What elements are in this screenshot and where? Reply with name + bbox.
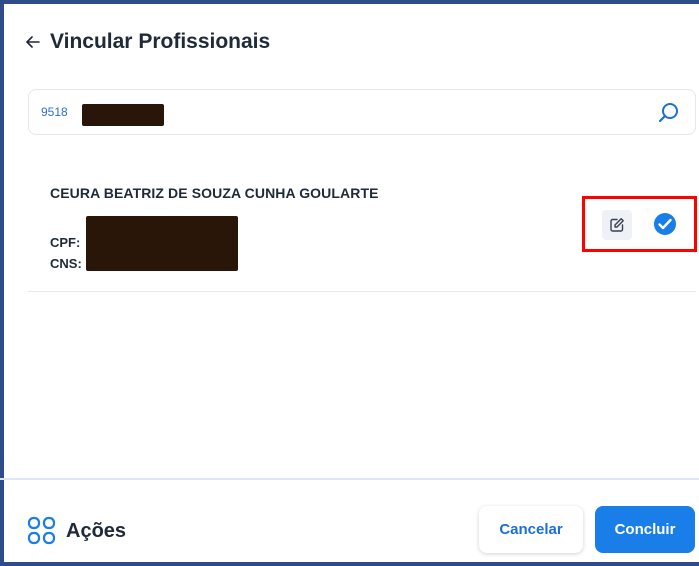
check-circle-icon xyxy=(654,213,676,235)
professional-name: CEURA BEATRIZ DE SOUZA CUNHA GOULARTE xyxy=(50,185,379,201)
search-box xyxy=(28,89,696,135)
grid-icon xyxy=(27,516,56,545)
cancel-button[interactable]: Cancelar xyxy=(479,506,583,553)
actions-menu[interactable]: Ações xyxy=(27,516,126,546)
footer-divider xyxy=(0,478,699,480)
page-title: Vincular Profissionais xyxy=(50,30,271,53)
header: Vincular Profissionais xyxy=(22,30,270,54)
actions-label: Ações xyxy=(66,519,127,542)
search-icon[interactable] xyxy=(657,101,681,125)
edit-button[interactable] xyxy=(602,210,632,240)
redacted-search-text xyxy=(82,104,164,126)
edit-icon xyxy=(610,218,624,232)
cpf-label: CPF: xyxy=(50,235,81,250)
redacted-documents xyxy=(86,216,238,271)
highlight-box xyxy=(582,196,697,252)
arrow-left-icon xyxy=(26,36,40,48)
select-button[interactable] xyxy=(652,211,678,237)
submit-button[interactable]: Concluir xyxy=(595,506,695,553)
cns-label: CNS: xyxy=(50,256,82,271)
back-button[interactable] xyxy=(22,31,44,53)
